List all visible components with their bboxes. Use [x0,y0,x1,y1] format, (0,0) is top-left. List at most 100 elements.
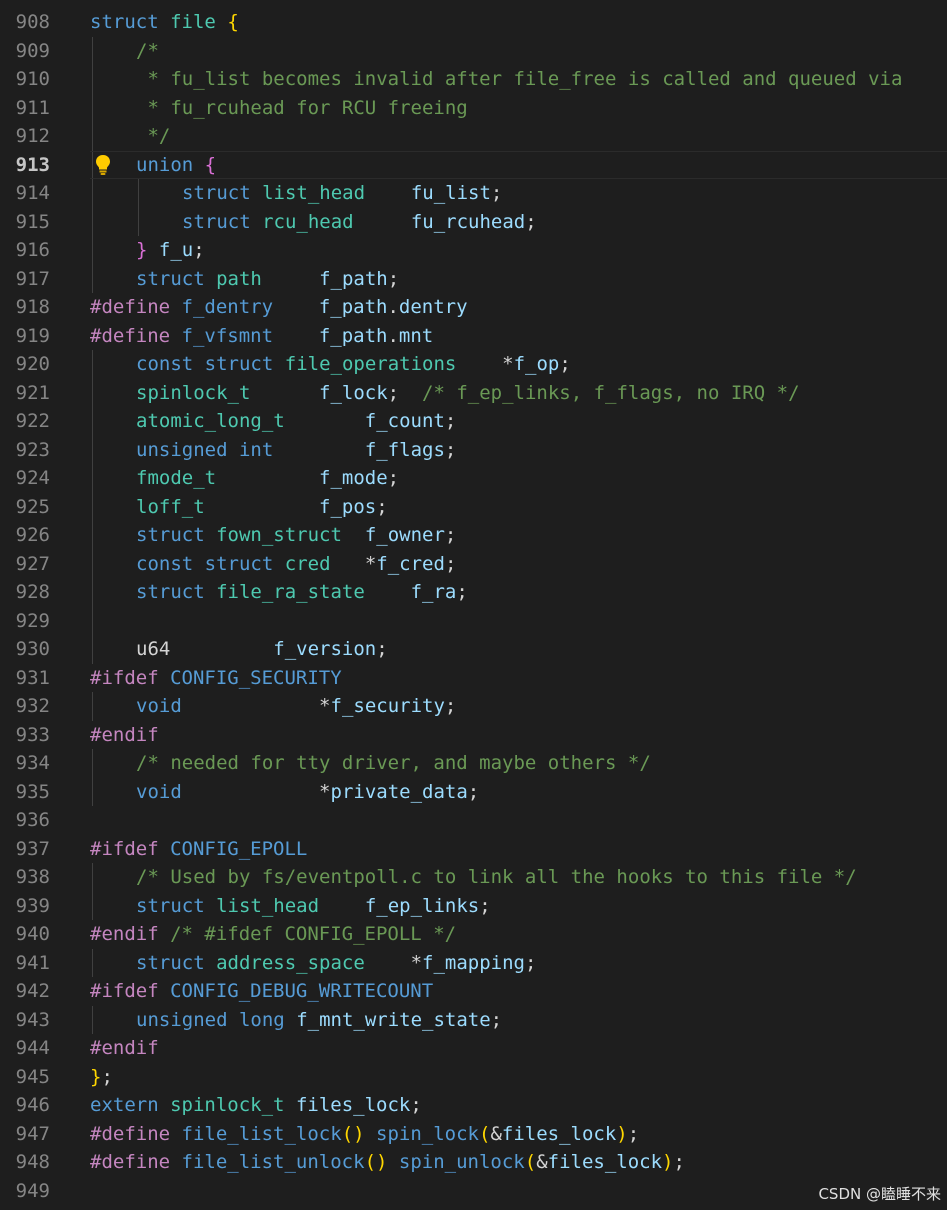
code-token: spin_unlock [398,1151,525,1173]
code-token: cred [284,552,331,575]
code-token: private_data [330,780,468,803]
code-token: const [136,353,194,375]
code-line[interactable]: 942 #ifdef CONFIG_DEBUG_WRITECOUNT [0,977,947,1006]
code-token: #ifdef [90,666,159,689]
code-line[interactable]: 927 const struct cred *f_cred; [0,549,947,578]
code-token: const [136,552,194,575]
code-token: f_mapping [422,951,525,974]
line-number: 911 [15,96,50,119]
code-token: /* needed for tty driver, and maybe othe… [136,752,651,774]
code-line[interactable]: 910 * fu_list becomes invalid after file… [0,65,947,94]
code-line[interactable]: 909 /* [0,36,947,65]
code-line[interactable]: 911 * fu_rcuhead for RCU freeing [0,93,947,122]
code-line[interactable]: 947 #define file_list_lock() spin_lock(&f… [0,1120,947,1149]
code-line[interactable]: 941 struct address_space *f_mapping; [0,948,947,977]
code-line[interactable]: 919 #define f_vfsmnt f_path.mnt [0,322,947,351]
indent-guide [92,264,93,293]
code-token: /* f_ep_links, f_flags, no IRQ */ [422,381,800,404]
code-token: ; [479,894,491,917]
code-token: f_version [273,638,377,660]
code-token: ) [616,1122,628,1145]
watermark: CSDN @瞌睡不来 [818,1185,941,1203]
indent-guide [92,435,93,464]
code-token: f_vfsmnt [181,324,274,347]
code-token: struct [136,951,205,974]
code-line[interactable]: 918 #define f_dentry f_path.dentry [0,293,947,322]
code-line[interactable]: 949 [0,1177,947,1206]
code-token: path [216,267,262,290]
code-line[interactable]: 935 void *private_data; [0,777,947,806]
code-line[interactable]: 914 struct list_head fu_list; [0,179,947,208]
code-line[interactable]: 943 unsigned long f_mnt_write_state; [0,1005,947,1034]
code-text: fmode_t f_mode; [136,464,399,493]
code-token: atomic_long_t [136,410,285,432]
code-line[interactable]: 915 struct rcu_head fu_rcuhead; [0,207,947,236]
code-text: atomic_long_t f_count; [136,407,456,436]
code-text: spinlock_t f_lock; /* f_ep_links, f_flag… [136,379,800,408]
code-line[interactable]: 925 loff_t f_pos; [0,492,947,522]
line-number: 934 [15,752,50,774]
code-line[interactable]: 912 */ [0,122,947,151]
code-token: f_lock [319,381,388,404]
code-line[interactable]: 908 struct file { [0,8,947,37]
code-line[interactable]: 929 [0,606,947,635]
code-line[interactable]: 939 struct list_head f_ep_links; [0,891,947,920]
code-line[interactable]: 937 #ifdef CONFIG_EPOLL [0,835,947,864]
code-token: f_flags [364,438,445,461]
code-line[interactable]: 946 extern spinlock_t files_lock; [0,1091,947,1120]
code-token: ; [444,695,457,717]
code-text: /* needed for tty driver, and maybe othe… [136,749,651,778]
code-line[interactable]: 945}; [0,1063,947,1092]
code-token: /* Used by fs/eventpoll.c to link all th… [136,866,857,888]
code-line[interactable]: 922 atomic_long_t f_count; [0,407,947,436]
code-line[interactable]: 930 u64 f_version; [0,635,947,664]
code-token: ; [444,524,457,546]
code-line[interactable]: 932 void *f_security; [0,692,947,721]
lightbulb-icon[interactable] [94,154,112,176]
code-line[interactable]: 924 fmode_t f_mode; [0,464,947,493]
code-line[interactable]: 913 union { [0,150,947,179]
code-token: #define [90,1151,171,1173]
code-line[interactable]: 940 #endif /* #ifdef CONFIG_EPOLL */ [0,920,947,949]
code-line[interactable]: 928 struct file_ra_state f_ra; [0,578,947,607]
code-line[interactable]: 938 /* Used by fs/eventpoll.c to link all… [0,863,947,892]
code-line[interactable]: 923 unsigned int f_flags; [0,435,947,464]
code-editor[interactable]: 908 struct file {909/* 910 * fu_list becom… [0,8,947,1205]
code-token: int [238,438,274,461]
code-line[interactable]: 921 spinlock_t f_lock; /* f_ep_links, f_f… [0,378,947,408]
code-line[interactable]: 934 /* needed for tty driver, and maybe o… [0,749,947,778]
code-token: file_operations [284,353,457,375]
code-token: #endif [90,723,159,746]
code-line[interactable]: 920 const struct file_operations *f_op; [0,350,947,379]
code-token: ) [662,1151,674,1173]
code-token: ( [478,1122,491,1145]
code-line[interactable]: 926 struct fown_struct f_owner; [0,521,947,550]
code-token: void [136,695,182,717]
code-line[interactable]: 948 #define file_list_unlock() spin_unloc… [0,1148,947,1177]
code-token: f_op [513,353,560,375]
code-token: fmode_t [136,467,217,489]
line-number: 926 [15,524,50,546]
code-text: #define f_dentry f_path.dentry [90,293,468,322]
code-line[interactable]: 931 #ifdef CONFIG_SECURITY [0,664,947,693]
code-line[interactable]: 933 #endif [0,721,947,750]
code-text: loff_t f_pos; [136,493,388,522]
line-number: 913 [15,153,50,176]
code-token: fu_list [410,182,491,204]
line-number: 944 [15,1037,50,1059]
code-token: f_cred [376,552,445,575]
code-line[interactable]: 936 [0,806,947,835]
code-line[interactable]: 944 #endif [0,1034,947,1063]
code-line[interactable]: 917 struct path f_path; [0,264,947,293]
code-line[interactable]: 916} f_u; [0,236,947,265]
code-text: #ifdef CONFIG_DEBUG_WRITECOUNT [90,977,433,1006]
